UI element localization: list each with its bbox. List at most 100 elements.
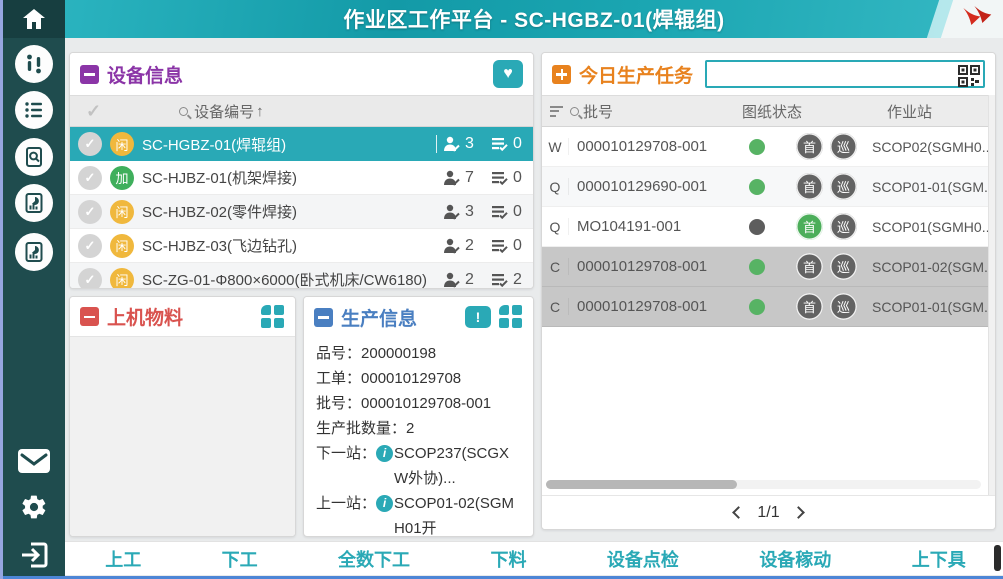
patrol-inspection-badge[interactable]: 巡: [830, 213, 857, 240]
field-previous-station: 上一站：iSCOP01-02(SGMH01开: [316, 491, 523, 536]
row-checkbox[interactable]: ✓: [78, 166, 102, 190]
task-row[interactable]: Q 000010129690-001 首 巡 SCOP01-01(SGM...: [542, 167, 995, 207]
first-inspection-badge[interactable]: 首: [796, 133, 823, 160]
prev-page-icon[interactable]: [733, 506, 746, 519]
row-checkbox[interactable]: ✓: [78, 132, 102, 156]
horizontal-scrollbar[interactable]: [546, 480, 981, 489]
task-batch: 000010129708-001: [568, 258, 718, 275]
device-status-badge: 闲: [110, 132, 134, 156]
next-page-icon[interactable]: [792, 506, 805, 519]
sidebar-item-production-report[interactable]: [15, 184, 53, 222]
row-checkbox[interactable]: ✓: [78, 268, 102, 290]
logout-button[interactable]: [17, 541, 51, 569]
pagination: 1/1: [542, 495, 995, 529]
expand-grid-icon[interactable]: [499, 305, 523, 329]
expand-grid-icon[interactable]: [261, 305, 285, 329]
sidebar-item-document-search[interactable]: [15, 138, 53, 176]
scrollbar-thumb[interactable]: [546, 480, 737, 489]
device-row[interactable]: ✓ 加 SC-HJBZ-01(机架焊接) 7 0: [70, 161, 533, 195]
action-toolbar: 上工 下工 全数下工 下料 设备点检 设备稼动 上下具: [65, 541, 1003, 575]
sidebar-item-task-list[interactable]: [15, 91, 53, 129]
collapse-icon[interactable]: [80, 65, 99, 84]
device-info-panel: 设备信息 ♥ ✓ 设备编号 ↑ ✓ 闲 SC-HGBZ-01(焊辊组) 3 0: [69, 52, 534, 289]
toolbar-scroll-handle[interactable]: [994, 545, 1001, 571]
sidebar: [3, 0, 65, 579]
equipment-utilization-button[interactable]: 设备稼动: [759, 546, 831, 572]
select-all-check-icon[interactable]: ✓: [86, 101, 101, 122]
task-row[interactable]: W 000010129708-001 首 巡 SCOP02(SGMH0...: [542, 127, 995, 167]
unload-material-button[interactable]: 下料: [490, 546, 526, 572]
sidebar-item-equipment[interactable]: [15, 45, 53, 83]
collapse-icon[interactable]: [314, 308, 333, 327]
first-inspection-badge[interactable]: 首: [796, 253, 823, 280]
work-area-platform: 作业区工作平台 - SC-HGBZ-01(焊辊组) 设备信息 ♥ ✓ 设备编号 …: [0, 0, 1003, 579]
device-row[interactable]: ✓ 闲 SC-HJBZ-03(飞边钻孔) 2 0: [70, 229, 533, 263]
patrol-inspection-badge[interactable]: 巡: [830, 253, 857, 280]
device-name: SC-HJBZ-02(零件焊接): [142, 201, 437, 222]
collapse-icon[interactable]: [80, 307, 99, 326]
device-counts: 7 0: [437, 169, 525, 187]
task-row[interactable]: Q MO104191-001 首 巡 SCOP01(SGMH0...: [542, 207, 995, 247]
messages-button[interactable]: [17, 448, 51, 474]
tooling-button[interactable]: 上下具: [912, 546, 966, 572]
field-work-order: 工单：000010129708: [316, 366, 523, 391]
task-batch: 000010129690-001: [568, 178, 718, 195]
alert-message-icon[interactable]: !: [465, 306, 491, 328]
device-row[interactable]: ✓ 闲 SC-HGBZ-01(焊辊组) 3 0: [70, 127, 533, 161]
qr-scan-icon[interactable]: [958, 65, 980, 87]
vertical-scrollbar[interactable]: [988, 95, 995, 495]
equipment-check-button[interactable]: 设备点检: [607, 546, 679, 572]
operator-count-icon: [443, 204, 461, 220]
operator-count-icon: [443, 238, 461, 254]
filter-icon[interactable]: [550, 103, 564, 119]
patrol-inspection-badge[interactable]: 巡: [830, 173, 857, 200]
barcode-search-input[interactable]: [707, 62, 983, 86]
barcode-search-box[interactable]: [705, 60, 985, 88]
info-icon[interactable]: i: [376, 495, 393, 512]
job-count-icon: [491, 171, 509, 185]
info-icon[interactable]: i: [376, 445, 393, 462]
job-count-icon: [491, 205, 509, 219]
title-bar: 作业区工作平台 - SC-HGBZ-01(焊辊组): [65, 0, 1003, 38]
patrol-inspection-badge[interactable]: 巡: [830, 293, 857, 320]
check-icon: ✓: [85, 204, 96, 220]
device-row[interactable]: ✓ 闲 SC-HJBZ-02(零件焊接) 3 0: [70, 195, 533, 229]
task-row[interactable]: C 000010129708-001 首 巡 SCOP01-02(SGM...: [542, 247, 995, 287]
task-station: SCOP01-01(SGM...: [868, 179, 995, 195]
report-chart-icon: [23, 241, 45, 263]
heart-icon: ♥: [503, 65, 513, 83]
production-info-panel: 生产信息 ! 品号：200000198 工单：000010129708 批号：0…: [303, 296, 534, 537]
search-icon: [570, 107, 579, 116]
device-name: SC-HJBZ-03(飞边钻孔): [142, 235, 437, 256]
logout-icon: [19, 541, 49, 569]
end-work-button[interactable]: 下工: [222, 546, 258, 572]
first-inspection-badge[interactable]: 首: [796, 293, 823, 320]
task-type: C: [542, 299, 568, 315]
mail-icon: [17, 448, 51, 474]
home-button[interactable]: [3, 0, 65, 38]
sidebar-item-quality-report[interactable]: [15, 233, 53, 271]
field-item-number: 品号：200000198: [316, 341, 523, 366]
task-station: SCOP01(SGMH0...: [868, 219, 995, 235]
batch-column[interactable]: 批号: [570, 101, 613, 122]
document-search-icon: [23, 146, 45, 168]
device-row[interactable]: ✓ 闲 SC-ZG-01-Φ800×6000(卧式机床/CW6180) 2 2: [70, 263, 533, 289]
first-inspection-badge[interactable]: 首: [796, 173, 823, 200]
settings-button[interactable]: [17, 493, 51, 521]
material-empty-area: [70, 337, 295, 536]
end-all-work-button[interactable]: 全数下工: [338, 546, 410, 572]
equipment-route-icon: [23, 53, 45, 75]
check-icon: ✓: [85, 238, 96, 254]
row-checkbox[interactable]: ✓: [78, 200, 102, 224]
drawing-status-dot: [749, 259, 765, 275]
start-work-button[interactable]: 上工: [105, 546, 141, 572]
row-checkbox[interactable]: ✓: [78, 234, 102, 258]
task-row[interactable]: C 000010129708-001 首 巡 SCOP01-01(SGM...: [542, 287, 995, 327]
production-fields: 品号：200000198 工单：000010129708 批号：00001012…: [304, 337, 533, 536]
favorite-button[interactable]: ♥: [493, 60, 523, 88]
add-task-icon[interactable]: [552, 65, 571, 84]
device-code-column[interactable]: 设备编号 ↑: [179, 101, 264, 122]
patrol-inspection-badge[interactable]: 巡: [830, 133, 857, 160]
task-type: Q: [542, 219, 568, 235]
first-inspection-badge[interactable]: 首: [796, 213, 823, 240]
